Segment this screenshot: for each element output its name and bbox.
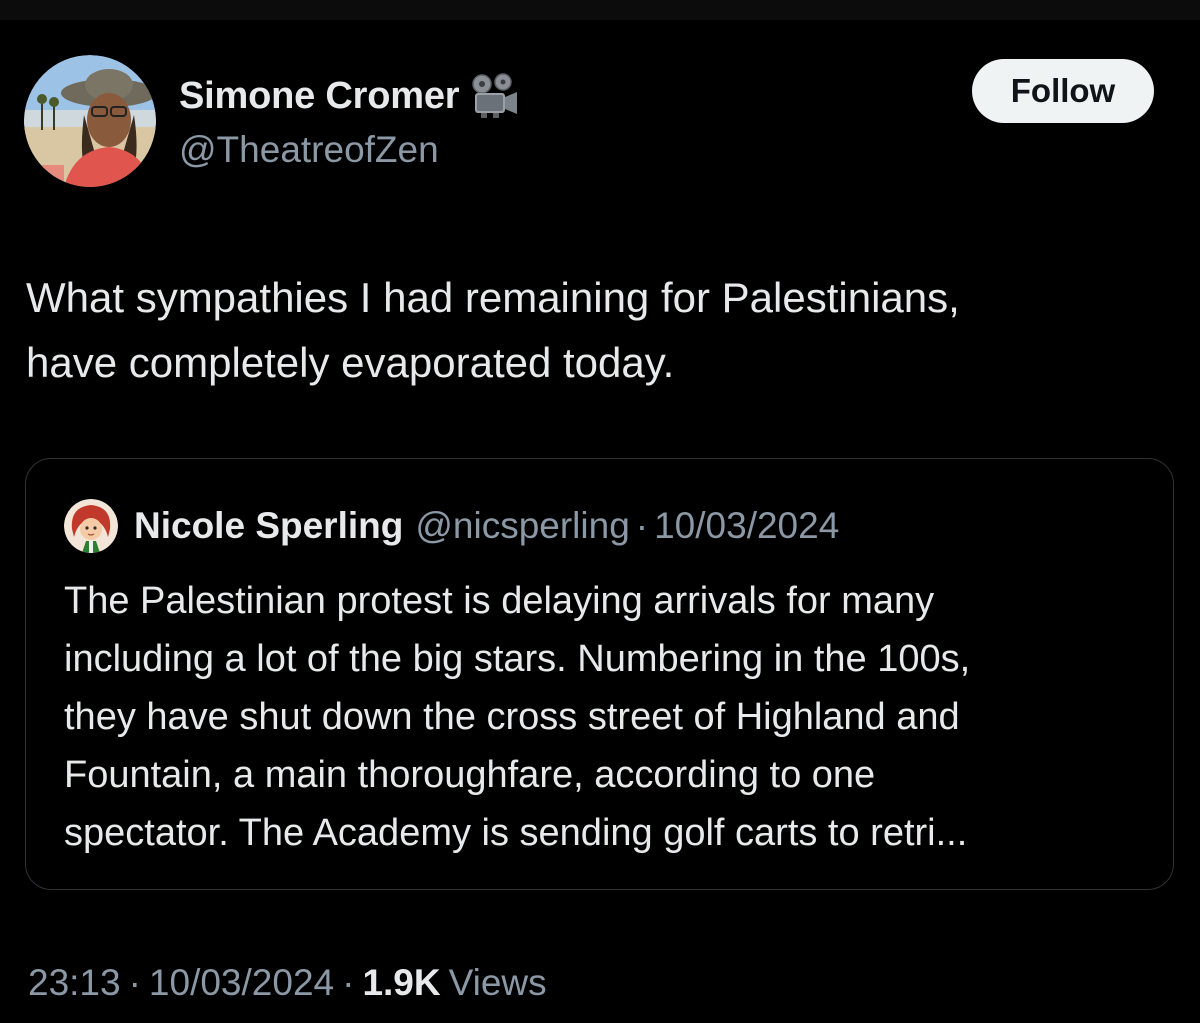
tweet-date[interactable]: 10/03/2024: [149, 962, 334, 1004]
quoted-display-name[interactable]: Nicole Sperling: [134, 505, 403, 547]
views-count: 1.9K: [362, 962, 441, 1003]
tweet-header: Simone Cromer @TheatreofZen Follow: [24, 55, 1176, 190]
tweet-meta: 23:13 · 10/03/2024 · 1.9K Views: [28, 962, 547, 1004]
meta-separator: ·: [128, 962, 141, 1003]
author-display-name[interactable]: Simone Cromer: [179, 75, 460, 118]
status-bar: [0, 0, 1200, 20]
author-handle[interactable]: @TheatreofZen: [179, 129, 439, 171]
tweet-text: What sympathies I had remaining for Pale…: [26, 274, 960, 386]
tweet: Simone Cromer @TheatreofZen Follow What …: [0, 20, 1200, 1023]
quoted-tweet-text: The Palestinian protest is delaying arri…: [64, 580, 971, 854]
follow-button[interactable]: Follow: [972, 59, 1154, 123]
user-avatar-photo: [24, 55, 156, 187]
quoted-tweet-header: Nicole Sperling @nicsperling · 10/03/202…: [64, 499, 839, 553]
quoted-handle[interactable]: @nicsperling: [415, 505, 629, 547]
author-name-row: Simone Cromer: [179, 73, 519, 119]
views-label: Views: [448, 962, 547, 1003]
author-avatar[interactable]: [24, 55, 156, 187]
meta-separator: ·: [342, 962, 355, 1003]
film-projector-icon: [469, 73, 519, 119]
quoted-tweet[interactable]: Nicole Sperling @nicsperling · 10/03/202…: [25, 458, 1174, 890]
cartoon-avatar-icon: [64, 499, 118, 553]
tweet-time[interactable]: 23:13: [28, 962, 121, 1004]
quoted-date[interactable]: 10/03/2024: [654, 505, 839, 547]
quoted-separator: ·: [635, 505, 649, 546]
